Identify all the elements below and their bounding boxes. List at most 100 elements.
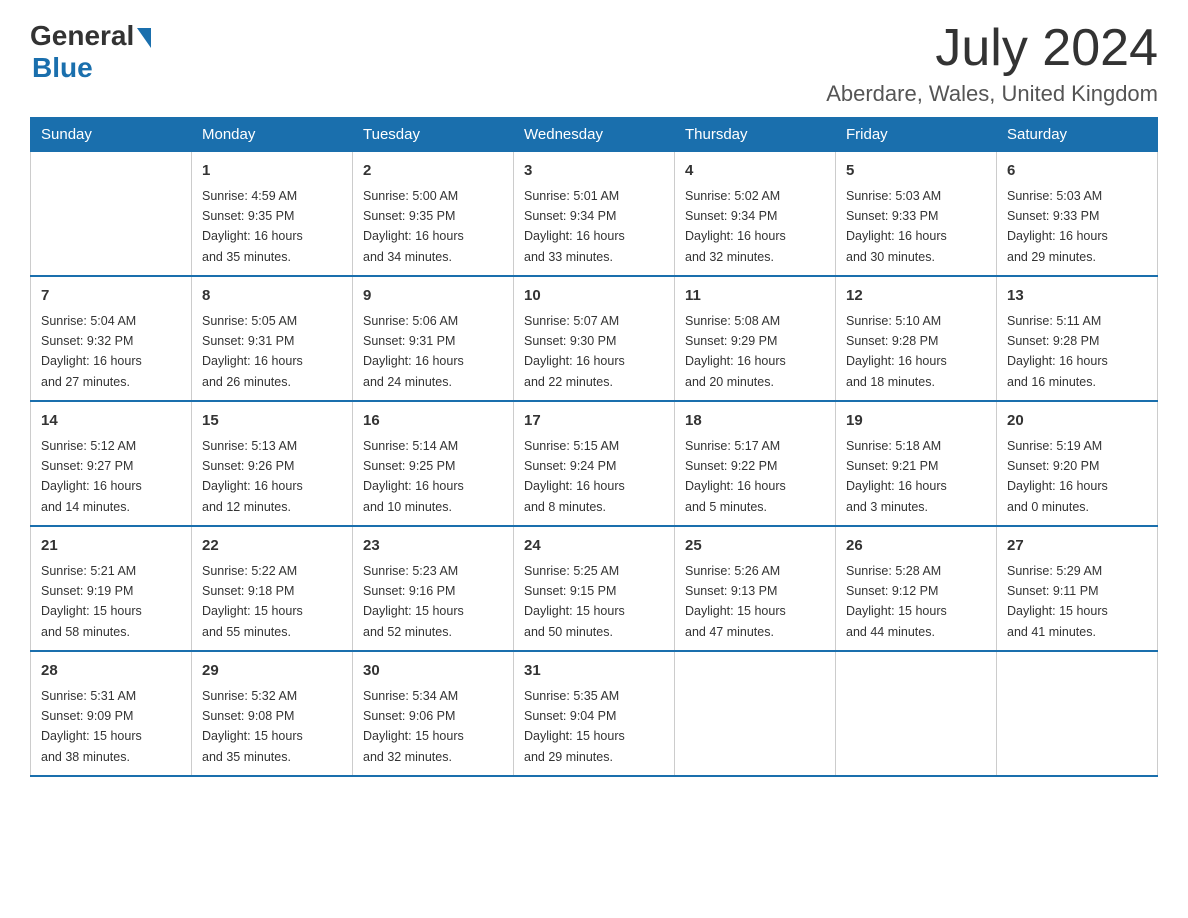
day-info: Sunrise: 5:00 AM Sunset: 9:35 PM Dayligh…: [363, 189, 464, 264]
calendar-cell: 11 Sunrise: 5:08 AM Sunset: 9:29 PM Dayli…: [675, 276, 836, 401]
calendar-cell: 8 Sunrise: 5:05 AM Sunset: 9:31 PM Daylig…: [192, 276, 353, 401]
calendar-cell: 29 Sunrise: 5:32 AM Sunset: 9:08 PM Dayli…: [192, 651, 353, 776]
day-number: 31: [524, 660, 664, 683]
calendar-cell: 5 Sunrise: 5:03 AM Sunset: 9:33 PM Daylig…: [836, 152, 997, 277]
day-number: 14: [41, 410, 181, 433]
calendar-cell: [997, 651, 1158, 776]
calendar-weekday-wednesday: Wednesday: [514, 118, 675, 152]
day-info: Sunrise: 5:17 AM Sunset: 9:22 PM Dayligh…: [685, 439, 786, 514]
month-year-title: July 2024: [826, 20, 1158, 77]
day-info: Sunrise: 5:05 AM Sunset: 9:31 PM Dayligh…: [202, 314, 303, 389]
calendar-table: SundayMondayTuesdayWednesdayThursdayFrid…: [30, 117, 1158, 777]
calendar-cell: [836, 651, 997, 776]
calendar-cell: 19 Sunrise: 5:18 AM Sunset: 9:21 PM Dayli…: [836, 401, 997, 526]
logo-blue: Blue: [32, 52, 93, 84]
day-number: 13: [1007, 285, 1147, 308]
day-info: Sunrise: 5:22 AM Sunset: 9:18 PM Dayligh…: [202, 564, 303, 639]
calendar-cell: 27 Sunrise: 5:29 AM Sunset: 9:11 PM Dayli…: [997, 526, 1158, 651]
day-number: 19: [846, 410, 986, 433]
day-info: Sunrise: 5:03 AM Sunset: 9:33 PM Dayligh…: [846, 189, 947, 264]
day-number: 18: [685, 410, 825, 433]
location-subtitle: Aberdare, Wales, United Kingdom: [826, 81, 1158, 107]
logo-general: General: [30, 20, 134, 52]
day-number: 10: [524, 285, 664, 308]
calendar-cell: 21 Sunrise: 5:21 AM Sunset: 9:19 PM Dayli…: [31, 526, 192, 651]
calendar-cell: 15Sunrise: 5:13 AM Sunset: 9:26 PM Dayli…: [192, 401, 353, 526]
calendar-weekday-thursday: Thursday: [675, 118, 836, 152]
calendar-week-5: 28 Sunrise: 5:31 AM Sunset: 9:09 PM Dayli…: [31, 651, 1158, 776]
day-number: 7: [41, 285, 181, 308]
day-number: 8: [202, 285, 342, 308]
day-info: Sunrise: 5:04 AM Sunset: 9:32 PM Dayligh…: [41, 314, 142, 389]
day-info: Sunrise: 5:02 AM Sunset: 9:34 PM Dayligh…: [685, 189, 786, 264]
calendar-weekday-saturday: Saturday: [997, 118, 1158, 152]
calendar-cell: 20Sunrise: 5:19 AM Sunset: 9:20 PM Dayli…: [997, 401, 1158, 526]
day-info: Sunrise: 5:07 AM Sunset: 9:30 PM Dayligh…: [524, 314, 625, 389]
calendar-header-row: SundayMondayTuesdayWednesdayThursdayFrid…: [31, 118, 1158, 152]
day-number: 12: [846, 285, 986, 308]
day-number: 5: [846, 160, 986, 183]
calendar-cell: 30 Sunrise: 5:34 AM Sunset: 9:06 PM Dayli…: [353, 651, 514, 776]
day-info: Sunrise: 5:32 AM Sunset: 9:08 PM Dayligh…: [202, 689, 303, 764]
day-info: Sunrise: 5:12 AM Sunset: 9:27 PM Dayligh…: [41, 439, 142, 514]
day-number: 24: [524, 535, 664, 558]
calendar-cell: 3Sunrise: 5:01 AM Sunset: 9:34 PM Daylig…: [514, 152, 675, 277]
day-number: 28: [41, 660, 181, 683]
day-info: Sunrise: 5:15 AM Sunset: 9:24 PM Dayligh…: [524, 439, 625, 514]
day-number: 27: [1007, 535, 1147, 558]
day-info: Sunrise: 5:25 AM Sunset: 9:15 PM Dayligh…: [524, 564, 625, 639]
day-info: Sunrise: 5:35 AM Sunset: 9:04 PM Dayligh…: [524, 689, 625, 764]
day-info: Sunrise: 5:23 AM Sunset: 9:16 PM Dayligh…: [363, 564, 464, 639]
day-number: 23: [363, 535, 503, 558]
day-number: 1: [202, 160, 342, 183]
day-info: Sunrise: 5:34 AM Sunset: 9:06 PM Dayligh…: [363, 689, 464, 764]
calendar-weekday-sunday: Sunday: [31, 118, 192, 152]
day-number: 22: [202, 535, 342, 558]
calendar-cell: [675, 651, 836, 776]
logo: General Blue: [30, 20, 151, 84]
day-number: 3: [524, 160, 664, 183]
day-number: 29: [202, 660, 342, 683]
calendar-weekday-monday: Monday: [192, 118, 353, 152]
calendar-cell: 2Sunrise: 5:00 AM Sunset: 9:35 PM Daylig…: [353, 152, 514, 277]
day-number: 30: [363, 660, 503, 683]
day-info: Sunrise: 5:31 AM Sunset: 9:09 PM Dayligh…: [41, 689, 142, 764]
calendar-cell: 31 Sunrise: 5:35 AM Sunset: 9:04 PM Dayli…: [514, 651, 675, 776]
day-info: Sunrise: 5:26 AM Sunset: 9:13 PM Dayligh…: [685, 564, 786, 639]
calendar-week-3: 14 Sunrise: 5:12 AM Sunset: 9:27 PM Dayli…: [31, 401, 1158, 526]
day-number: 15: [202, 410, 342, 433]
calendar-weekday-friday: Friday: [836, 118, 997, 152]
day-number: 16: [363, 410, 503, 433]
calendar-weekday-tuesday: Tuesday: [353, 118, 514, 152]
calendar-cell: 28 Sunrise: 5:31 AM Sunset: 9:09 PM Dayli…: [31, 651, 192, 776]
day-number: 9: [363, 285, 503, 308]
calendar-cell: 9Sunrise: 5:06 AM Sunset: 9:31 PM Daylig…: [353, 276, 514, 401]
calendar-cell: 13 Sunrise: 5:11 AM Sunset: 9:28 PM Dayli…: [997, 276, 1158, 401]
day-info: Sunrise: 5:08 AM Sunset: 9:29 PM Dayligh…: [685, 314, 786, 389]
day-info: Sunrise: 5:18 AM Sunset: 9:21 PM Dayligh…: [846, 439, 947, 514]
calendar-cell: 22 Sunrise: 5:22 AM Sunset: 9:18 PM Dayli…: [192, 526, 353, 651]
calendar-cell: 6Sunrise: 5:03 AM Sunset: 9:33 PM Daylig…: [997, 152, 1158, 277]
calendar-week-4: 21 Sunrise: 5:21 AM Sunset: 9:19 PM Dayli…: [31, 526, 1158, 651]
day-info: Sunrise: 5:11 AM Sunset: 9:28 PM Dayligh…: [1007, 314, 1108, 389]
calendar-cell: 18 Sunrise: 5:17 AM Sunset: 9:22 PM Dayli…: [675, 401, 836, 526]
day-number: 21: [41, 535, 181, 558]
day-info: Sunrise: 4:59 AM Sunset: 9:35 PM Dayligh…: [202, 189, 303, 264]
day-info: Sunrise: 5:21 AM Sunset: 9:19 PM Dayligh…: [41, 564, 142, 639]
day-info: Sunrise: 5:29 AM Sunset: 9:11 PM Dayligh…: [1007, 564, 1108, 639]
calendar-cell: 24 Sunrise: 5:25 AM Sunset: 9:15 PM Dayli…: [514, 526, 675, 651]
day-number: 11: [685, 285, 825, 308]
title-block: July 2024 Aberdare, Wales, United Kingdo…: [826, 20, 1158, 107]
logo-arrow-icon: [137, 28, 151, 48]
calendar-cell: 26 Sunrise: 5:28 AM Sunset: 9:12 PM Dayli…: [836, 526, 997, 651]
calendar-cell: [31, 152, 192, 277]
day-info: Sunrise: 5:03 AM Sunset: 9:33 PM Dayligh…: [1007, 189, 1108, 264]
calendar-cell: 7 Sunrise: 5:04 AM Sunset: 9:32 PM Daylig…: [31, 276, 192, 401]
day-info: Sunrise: 5:28 AM Sunset: 9:12 PM Dayligh…: [846, 564, 947, 639]
calendar-cell: 14 Sunrise: 5:12 AM Sunset: 9:27 PM Dayli…: [31, 401, 192, 526]
day-number: 17: [524, 410, 664, 433]
calendar-cell: 1 Sunrise: 4:59 AM Sunset: 9:35 PM Daylig…: [192, 152, 353, 277]
day-info: Sunrise: 5:10 AM Sunset: 9:28 PM Dayligh…: [846, 314, 947, 389]
calendar-week-2: 7 Sunrise: 5:04 AM Sunset: 9:32 PM Daylig…: [31, 276, 1158, 401]
day-number: 26: [846, 535, 986, 558]
